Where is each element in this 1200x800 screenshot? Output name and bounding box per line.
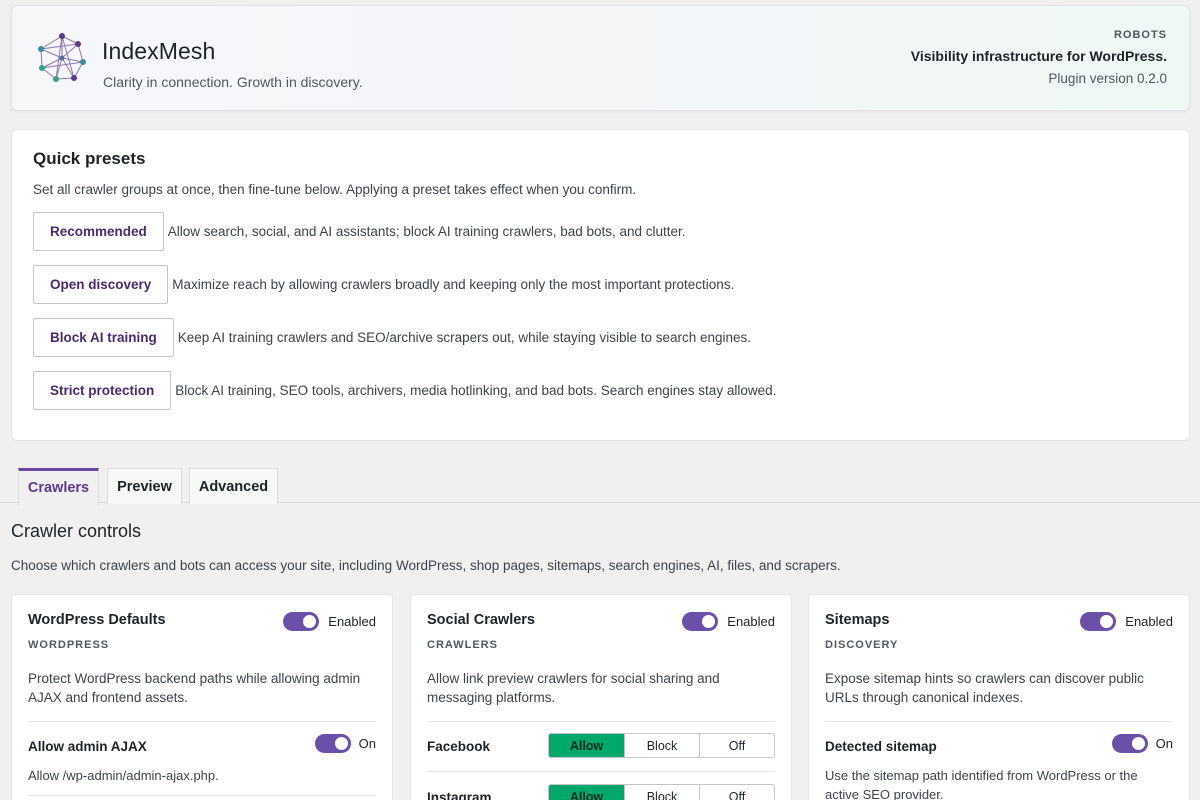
quick-presets-panel: Quick presets Set all crawler groups at … (11, 129, 1190, 441)
section-title: Crawler controls (11, 521, 142, 541)
card-description: Allow link preview crawlers for social s… (427, 671, 720, 705)
card-description: Protect WordPress backend paths while al… (28, 671, 361, 705)
setting-description: Allow /wp-admin/admin-ajax.php. (28, 768, 219, 783)
preset-row-strict-protection: Strict protection Block AI training, SEO… (33, 371, 776, 410)
preset-block-ai-training-button[interactable]: Block AI training (33, 318, 174, 357)
toggle-switch[interactable] (314, 734, 351, 753)
preset-row-block-ai-training: Block AI training Keep AI training crawl… (33, 318, 751, 357)
card-sitemaps: Sitemaps DISCOVERY Enabled Expose sitema… (808, 594, 1190, 800)
header-kicker: ROBOTS (1113, 29, 1167, 41)
instagram-access-selector: Allow Block Off (548, 784, 775, 800)
card-kicker: CRAWLERS (427, 639, 498, 651)
divider (28, 795, 376, 796)
preset-row-open-discovery: Open discovery Maximize reach by allowin… (33, 265, 734, 304)
plugin-version: Plugin version 0.2.0 (1048, 71, 1167, 86)
setting-toggle: On (314, 734, 376, 753)
divider (427, 721, 775, 722)
allow-option[interactable]: Allow (549, 785, 624, 800)
card-kicker: WORDPRESS (28, 639, 110, 651)
off-option[interactable]: Off (699, 734, 774, 757)
brand-tagline: Clarity in connection. Growth in discove… (103, 74, 363, 90)
divider (28, 721, 376, 722)
divider (427, 771, 775, 772)
block-option[interactable]: Block (624, 785, 699, 800)
presets-description: Set all crawler groups at once, then fin… (33, 182, 637, 197)
preset-recommended-button[interactable]: Recommended (33, 212, 164, 251)
card-enable-toggle: Enabled (682, 612, 775, 631)
toggle-switch[interactable] (1111, 734, 1148, 753)
presets-title: Quick presets (33, 149, 146, 168)
block-option[interactable]: Block (624, 734, 699, 757)
header-info: ROBOTS Visibility infrastructure for Wor… (911, 29, 1167, 86)
preset-open-discovery-button[interactable]: Open discovery (33, 265, 169, 304)
tab-preview[interactable]: Preview (107, 468, 182, 504)
card-kicker: DISCOVERY (825, 639, 899, 651)
setting-label: Allow admin AJAX (28, 739, 147, 754)
toggle-label: On (358, 736, 376, 751)
toggle-label: On (1155, 736, 1173, 751)
tab-advanced[interactable]: Advanced (189, 468, 278, 504)
tab-bar: Crawlers Preview Advanced (0, 467, 1200, 505)
preset-row-recommended: Recommended Allow search, social, and AI… (33, 212, 686, 251)
toggle-label: Enabled (1125, 614, 1173, 629)
card-enable-toggle: Enabled (1080, 612, 1173, 631)
section-description: Choose which crawlers and bots can acces… (11, 558, 841, 573)
setting-label: Detected sitemap (825, 739, 937, 754)
preset-strict-protection-text: Block AI training, SEO tools, archivers,… (175, 383, 777, 398)
preset-recommended-text: Allow search, social, and AI assistants;… (167, 224, 686, 239)
crawler-label-instagram: Instagram (427, 790, 492, 800)
preset-block-ai-training-text: Keep AI training crawlers and SEO/archiv… (177, 330, 752, 345)
plugin-header: IndexMesh Clarity in connection. Growth … (11, 5, 1190, 111)
card-wordpress-defaults: WordPress Defaults WORDPRESS Enabled Pro… (11, 594, 393, 800)
toggle-label: Enabled (727, 614, 775, 629)
card-title: Sitemaps (825, 612, 890, 628)
toggle-switch[interactable] (682, 612, 719, 631)
toggle-label: Enabled (328, 614, 376, 629)
card-description: Expose sitemap hints so crawlers can dis… (825, 671, 1144, 705)
crawler-label-facebook: Facebook (427, 739, 491, 754)
divider (825, 721, 1173, 722)
facebook-access-selector: Allow Block Off (548, 733, 775, 758)
card-social-crawlers: Social Crawlers CRAWLERS Enabled Allow l… (410, 594, 792, 800)
off-option[interactable]: Off (699, 785, 774, 800)
preset-open-discovery-text: Maximize reach by allowing crawlers broa… (172, 277, 735, 292)
brand-name: IndexMesh (102, 38, 216, 64)
header-title: Visibility infrastructure for WordPress. (910, 48, 1167, 64)
card-enable-toggle: Enabled (283, 612, 376, 631)
tab-crawlers[interactable]: Crawlers (18, 468, 99, 505)
setting-description: Use the sitemap path identified from Wor… (825, 768, 1138, 800)
toggle-switch[interactable] (1080, 612, 1117, 631)
allow-option[interactable]: Allow (549, 734, 624, 757)
toggle-switch[interactable] (283, 612, 320, 631)
network-mesh-icon (38, 33, 86, 82)
card-title: Social Crawlers (427, 612, 535, 628)
setting-toggle: On (1111, 734, 1173, 753)
card-title: WordPress Defaults (28, 612, 166, 628)
preset-strict-protection-button[interactable]: Strict protection (33, 371, 172, 410)
